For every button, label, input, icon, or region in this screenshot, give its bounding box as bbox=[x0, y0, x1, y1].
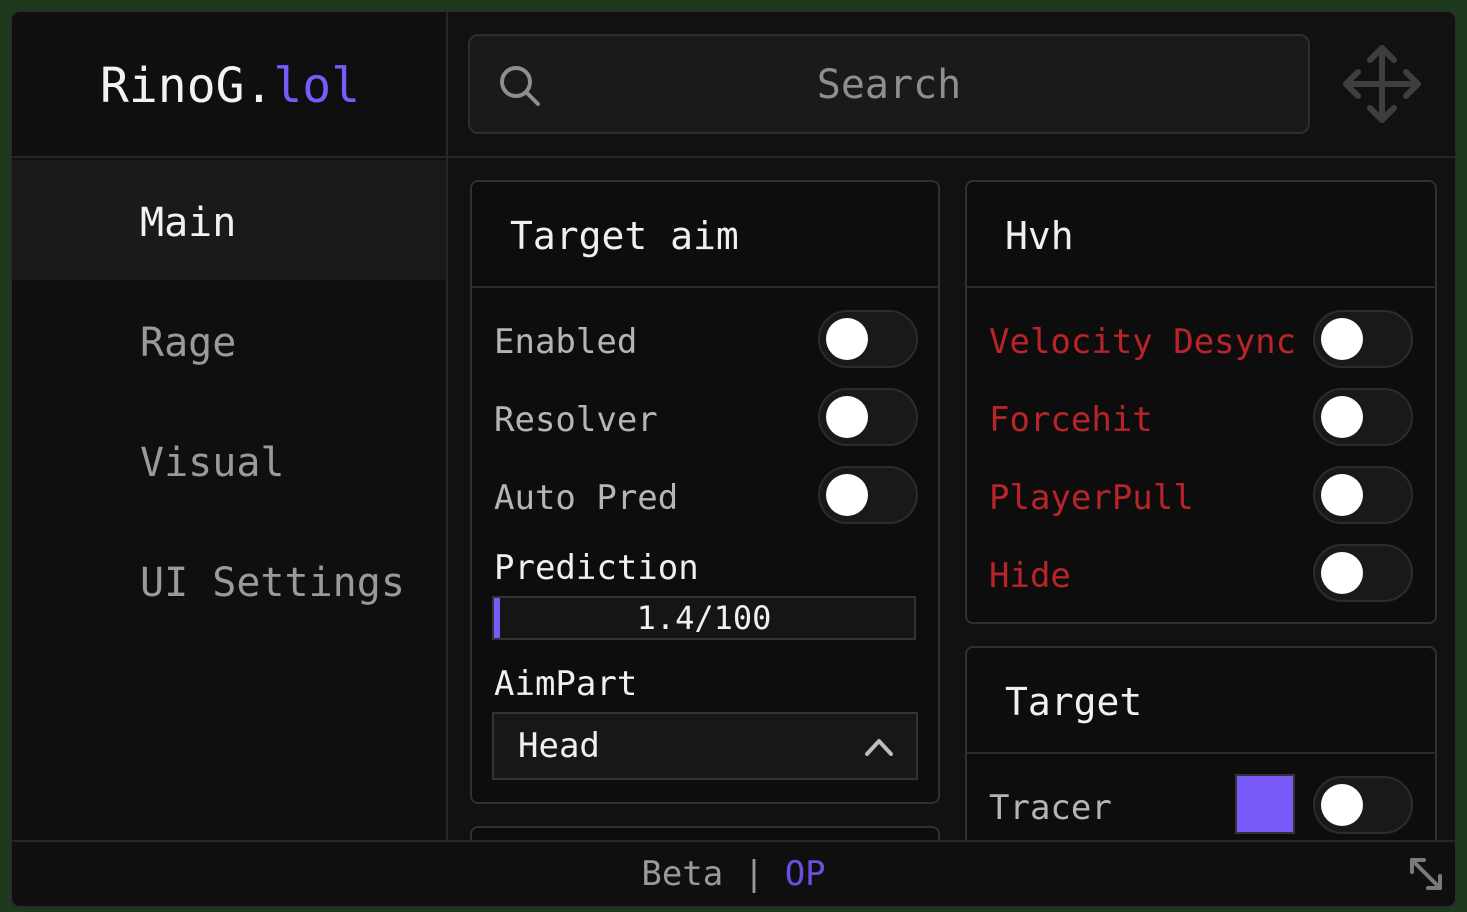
search-placeholder: Search bbox=[816, 62, 962, 108]
nav-item-ui-settings[interactable]: UI Settings bbox=[12, 520, 446, 640]
toggle-knob bbox=[1321, 396, 1363, 438]
logo-text: RinoG.lol bbox=[100, 58, 360, 114]
dropdown-value: Head bbox=[518, 726, 600, 766]
target-aim-panel: Target aim Enabled Resolver Auto Pred Pr… bbox=[470, 180, 940, 804]
toggle-knob bbox=[1321, 318, 1363, 360]
panel-title: Target aim bbox=[510, 214, 739, 258]
auto-pred-toggle[interactable] bbox=[818, 466, 918, 524]
main-window: RinoG.lol Main Rage Visual UI Settings S… bbox=[10, 10, 1457, 908]
toggle-row-hide: Hide bbox=[967, 544, 1435, 604]
toggle-knob bbox=[1321, 552, 1363, 594]
aimpart-dropdown[interactable]: Head bbox=[492, 712, 918, 780]
toggle-row-velocity-desync: Velocity Desync bbox=[967, 310, 1435, 370]
toggle-knob bbox=[826, 474, 868, 516]
toggle-label: Enabled bbox=[494, 322, 638, 362]
toggle-row-resolver: Resolver bbox=[472, 388, 938, 448]
toggle-knob bbox=[826, 396, 868, 438]
aimpart-label: AimPart bbox=[494, 664, 638, 704]
panel-title: Target bbox=[1005, 680, 1143, 724]
forcehit-toggle[interactable] bbox=[1313, 388, 1413, 446]
footer: Beta | OP bbox=[12, 840, 1455, 906]
move-arrows-icon[interactable] bbox=[1340, 42, 1424, 126]
toggle-label: Auto Pred bbox=[494, 478, 679, 518]
toggle-label: PlayerPull bbox=[989, 478, 1194, 518]
playerpull-toggle[interactable] bbox=[1313, 466, 1413, 524]
prediction-label: Prediction bbox=[494, 548, 699, 588]
nav-item-label: UI Settings bbox=[140, 560, 405, 606]
footer-right: OP bbox=[784, 854, 826, 894]
toggle-label: Velocity Desync bbox=[989, 322, 1297, 362]
resize-diagonal-icon[interactable] bbox=[1406, 854, 1446, 894]
nav-item-label: Visual bbox=[140, 440, 285, 486]
nav-item-main[interactable]: Main bbox=[12, 160, 446, 280]
toggle-row-playerpull: PlayerPull bbox=[967, 466, 1435, 526]
sidebar: RinoG.lol Main Rage Visual UI Settings bbox=[12, 12, 448, 840]
hide-toggle[interactable] bbox=[1313, 544, 1413, 602]
toggle-label: Tracer bbox=[989, 788, 1112, 828]
toggle-knob bbox=[826, 318, 868, 360]
nav-item-rage[interactable]: Rage bbox=[12, 280, 446, 400]
enabled-toggle[interactable] bbox=[818, 310, 918, 368]
toggle-label: Forcehit bbox=[989, 400, 1153, 440]
footer-separator: | bbox=[743, 854, 765, 894]
toggle-label: Resolver bbox=[494, 400, 658, 440]
toggle-row-auto-pred: Auto Pred bbox=[472, 466, 938, 526]
toggle-row-enabled: Enabled bbox=[472, 310, 938, 370]
panel-header: Target aim bbox=[472, 182, 938, 288]
toggle-knob bbox=[1321, 784, 1363, 826]
nav-item-label: Main bbox=[140, 200, 237, 246]
panel-header: Target bbox=[967, 648, 1435, 754]
toggle-row-tracer: Tracer bbox=[967, 774, 1435, 836]
chevron-up-icon bbox=[865, 739, 893, 756]
logo: RinoG.lol bbox=[12, 12, 446, 158]
slider-value: 1.4/100 bbox=[636, 599, 772, 637]
toggle-row-forcehit: Forcehit bbox=[967, 388, 1435, 448]
logo-suffix: lol bbox=[273, 58, 361, 114]
prediction-slider[interactable]: 1.4/100 bbox=[492, 596, 916, 640]
panel-header: Hvh bbox=[967, 182, 1435, 288]
tracer-color-swatch[interactable] bbox=[1235, 774, 1295, 834]
tracer-toggle[interactable] bbox=[1313, 776, 1413, 834]
resolver-toggle[interactable] bbox=[818, 388, 918, 446]
footer-left: Beta bbox=[641, 854, 724, 894]
toggle-knob bbox=[1321, 474, 1363, 516]
nav-item-visual[interactable]: Visual bbox=[12, 400, 446, 520]
panel-title: Hvh bbox=[1005, 214, 1074, 258]
top-bar: Search bbox=[448, 12, 1455, 158]
logo-name: RinoG. bbox=[100, 58, 274, 114]
search-input[interactable]: Search bbox=[468, 34, 1310, 134]
nav-item-label: Rage bbox=[140, 320, 237, 366]
hvh-panel: Hvh Velocity Desync Forcehit PlayerPull … bbox=[965, 180, 1437, 624]
velocity-desync-toggle[interactable] bbox=[1313, 310, 1413, 368]
footer-text: Beta | OP bbox=[12, 854, 1455, 894]
toggle-label: Hide bbox=[989, 556, 1071, 596]
